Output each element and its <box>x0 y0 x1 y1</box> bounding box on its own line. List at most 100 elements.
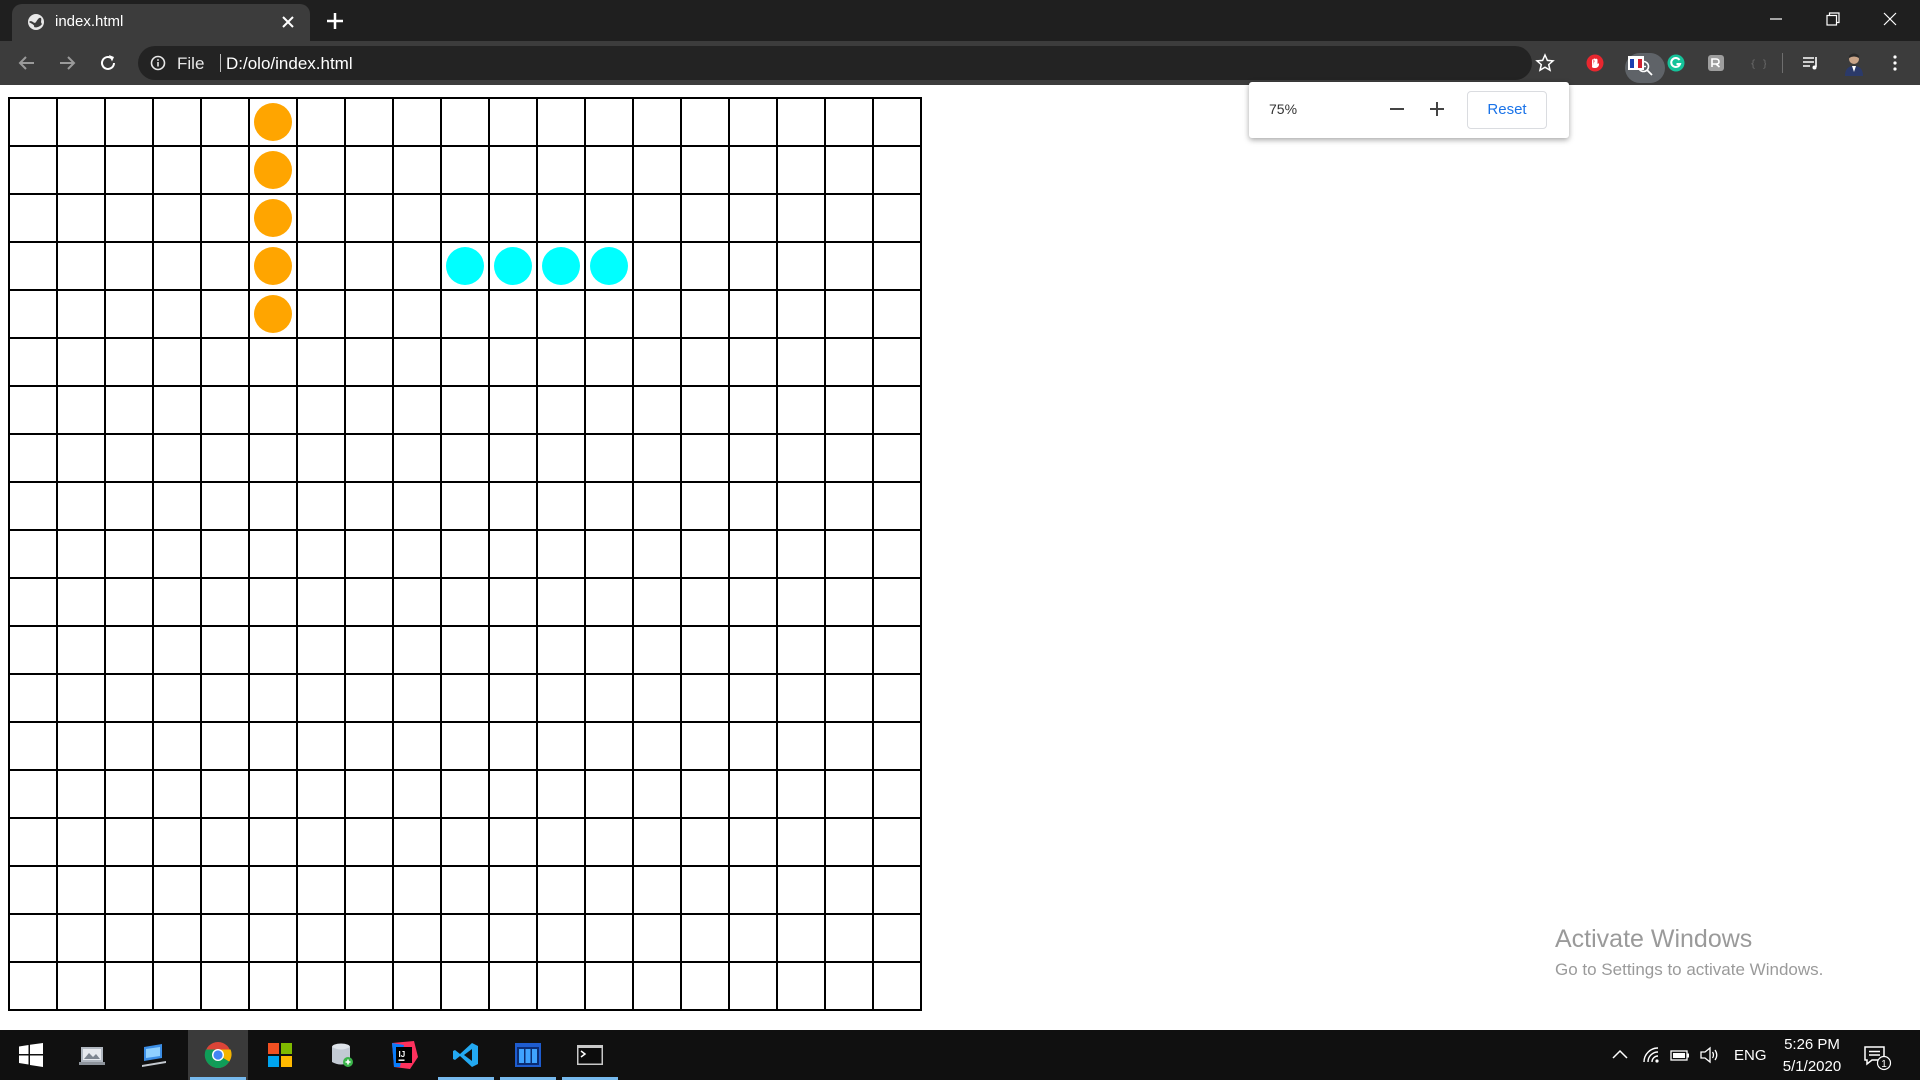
board-cell[interactable] <box>440 145 490 195</box>
board-cell[interactable] <box>776 865 826 915</box>
board-cell[interactable] <box>680 97 730 147</box>
board-cell[interactable] <box>776 529 826 579</box>
board-cell[interactable] <box>824 289 874 339</box>
board-cell[interactable] <box>440 241 490 291</box>
board-cell[interactable] <box>296 433 346 483</box>
board-cell[interactable] <box>8 865 58 915</box>
board-cell[interactable] <box>776 337 826 387</box>
board-cell[interactable] <box>296 961 346 1011</box>
board-cell[interactable] <box>200 97 250 147</box>
board-cell[interactable] <box>344 577 394 627</box>
board-cell[interactable] <box>152 97 202 147</box>
board-cell[interactable] <box>488 817 538 867</box>
board-cell[interactable] <box>872 865 922 915</box>
board-cell[interactable] <box>632 673 682 723</box>
board-cell[interactable] <box>536 577 586 627</box>
board-cell[interactable] <box>728 385 778 435</box>
board-cell[interactable] <box>200 193 250 243</box>
board-cell[interactable] <box>680 529 730 579</box>
board-cell[interactable] <box>440 385 490 435</box>
minimize-window-button[interactable] <box>1748 0 1805 38</box>
board-cell[interactable] <box>488 961 538 1011</box>
board-cell[interactable] <box>104 529 154 579</box>
board-cell[interactable] <box>344 817 394 867</box>
board-cell[interactable] <box>776 673 826 723</box>
board-cell[interactable] <box>872 625 922 675</box>
board-cell[interactable] <box>200 721 250 771</box>
board-cell[interactable] <box>392 721 442 771</box>
board-cell[interactable] <box>248 337 298 387</box>
board-cell[interactable] <box>296 481 346 531</box>
board-cell[interactable] <box>632 385 682 435</box>
board-cell[interactable] <box>824 961 874 1011</box>
board-cell[interactable] <box>632 769 682 819</box>
board-cell[interactable] <box>488 433 538 483</box>
board-cell[interactable] <box>56 289 106 339</box>
board-cell[interactable] <box>392 481 442 531</box>
board-cell[interactable] <box>296 577 346 627</box>
board-cell[interactable] <box>824 673 874 723</box>
board-cell[interactable] <box>632 721 682 771</box>
board-cell[interactable] <box>440 289 490 339</box>
board-cell[interactable] <box>248 385 298 435</box>
board-cell[interactable] <box>440 817 490 867</box>
board-cell[interactable] <box>248 481 298 531</box>
board-cell[interactable] <box>584 385 634 435</box>
board-cell[interactable] <box>152 673 202 723</box>
board-cell[interactable] <box>152 817 202 867</box>
taskbar-clock[interactable]: 5:26 PM 5/1/2020 <box>1770 1034 1854 1078</box>
board-cell[interactable] <box>776 577 826 627</box>
board-cell[interactable] <box>296 865 346 915</box>
info-icon[interactable] <box>150 55 166 71</box>
board-cell[interactable] <box>776 433 826 483</box>
board-cell[interactable] <box>488 337 538 387</box>
board-cell[interactable] <box>536 529 586 579</box>
taskbar-terminal[interactable] <box>560 1030 620 1080</box>
board-cell[interactable] <box>584 241 634 291</box>
board-cell[interactable] <box>440 865 490 915</box>
board-cell[interactable] <box>584 529 634 579</box>
board-cell[interactable] <box>344 673 394 723</box>
board-cell[interactable] <box>344 529 394 579</box>
bookmark-star-icon[interactable] <box>1535 53 1555 73</box>
board-cell[interactable] <box>680 193 730 243</box>
board-cell[interactable] <box>344 769 394 819</box>
board-cell[interactable] <box>104 97 154 147</box>
board-cell[interactable] <box>824 913 874 963</box>
board-cell[interactable] <box>824 625 874 675</box>
taskbar-photos-app[interactable] <box>62 1030 122 1080</box>
board-cell[interactable] <box>392 193 442 243</box>
board-cell[interactable] <box>248 817 298 867</box>
board-cell[interactable] <box>248 433 298 483</box>
board-cell[interactable] <box>680 145 730 195</box>
board-cell[interactable] <box>872 817 922 867</box>
board-cell[interactable] <box>584 145 634 195</box>
board-cell[interactable] <box>8 961 58 1011</box>
board-cell[interactable] <box>104 913 154 963</box>
board-cell[interactable] <box>728 145 778 195</box>
board-cell[interactable] <box>8 241 58 291</box>
board-cell[interactable] <box>440 625 490 675</box>
board-cell[interactable] <box>536 769 586 819</box>
board-cell[interactable] <box>872 289 922 339</box>
board-cell[interactable] <box>152 337 202 387</box>
board-cell[interactable] <box>776 193 826 243</box>
board-cell[interactable] <box>440 529 490 579</box>
adblock-icon[interactable] <box>1586 54 1604 72</box>
board-cell[interactable] <box>8 193 58 243</box>
board-cell[interactable] <box>392 145 442 195</box>
board-cell[interactable] <box>680 289 730 339</box>
board-cell[interactable] <box>776 961 826 1011</box>
board-cell[interactable] <box>536 97 586 147</box>
board-cell[interactable] <box>440 193 490 243</box>
board-cell[interactable] <box>488 577 538 627</box>
board-cell[interactable] <box>680 673 730 723</box>
board-cell[interactable] <box>776 625 826 675</box>
board-cell[interactable] <box>344 961 394 1011</box>
battery-icon[interactable] <box>1670 1045 1690 1065</box>
board-cell[interactable] <box>488 721 538 771</box>
board-cell[interactable] <box>824 817 874 867</box>
board-cell[interactable] <box>488 673 538 723</box>
zoom-in-button[interactable] <box>1426 98 1448 120</box>
board-cell[interactable] <box>248 241 298 291</box>
